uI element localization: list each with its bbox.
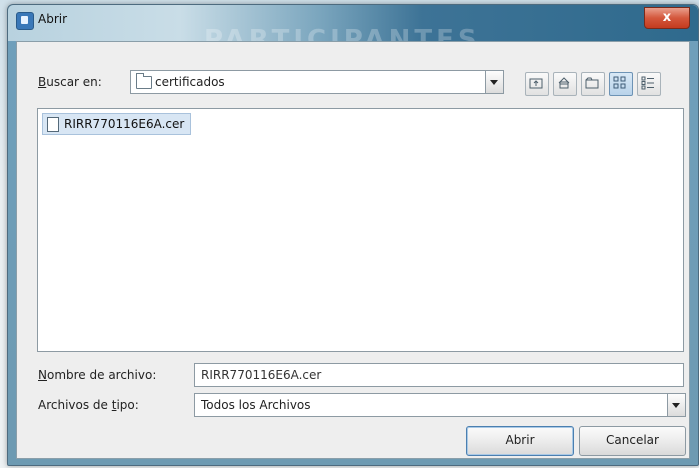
window-title: Abrir [38,12,68,26]
up-folder-icon [529,78,543,89]
file-item[interactable]: RIRR770116E6A.cer [42,113,192,135]
file-type-value: Todos los Archivos [201,398,311,412]
close-button[interactable]: x [644,7,690,29]
close-icon: x [662,10,672,25]
up-folder-button[interactable] [525,72,549,96]
open-button[interactable]: Abrir [466,426,574,456]
chevron-down-icon[interactable] [485,71,503,93]
home-icon [558,77,570,89]
look-in-combo[interactable]: certificados [130,70,504,94]
file-name-label: Nombre de archivo: [38,368,157,382]
chevron-down-icon[interactable] [667,394,685,416]
home-button[interactable] [553,72,577,96]
background-watermark: PARTICIPANTES [204,25,481,41]
file-name: RIRR770116E6A.cer [64,117,185,131]
file-type-label: Archivos de tipo: [38,398,139,412]
dialog-body: Buscar en: certificados RIRR770116E6A.ce… [16,41,690,459]
java-app-icon [16,12,34,30]
cancel-button[interactable]: Cancelar [579,426,686,456]
file-list[interactable]: RIRR770116E6A.cer [37,108,684,352]
file-icon [47,117,59,132]
file-name-input[interactable] [199,367,672,383]
new-folder-icon [585,77,599,89]
details-view-icon [641,76,654,90]
new-folder-button[interactable] [581,72,605,96]
look-in-value: certificados [155,75,225,89]
folder-icon [136,73,152,89]
open-dialog: PARTICIPANTES Abrir x Buscar en: certifi… [7,4,699,466]
look-in-label: Buscar en: [38,75,102,89]
list-view-icon [613,76,626,89]
file-type-combo[interactable]: Todos los Archivos [194,393,686,417]
title-bar[interactable]: PARTICIPANTES Abrir x [8,5,698,41]
details-view-button[interactable] [637,72,661,96]
file-name-field[interactable] [194,363,684,387]
list-view-button[interactable] [609,72,633,96]
